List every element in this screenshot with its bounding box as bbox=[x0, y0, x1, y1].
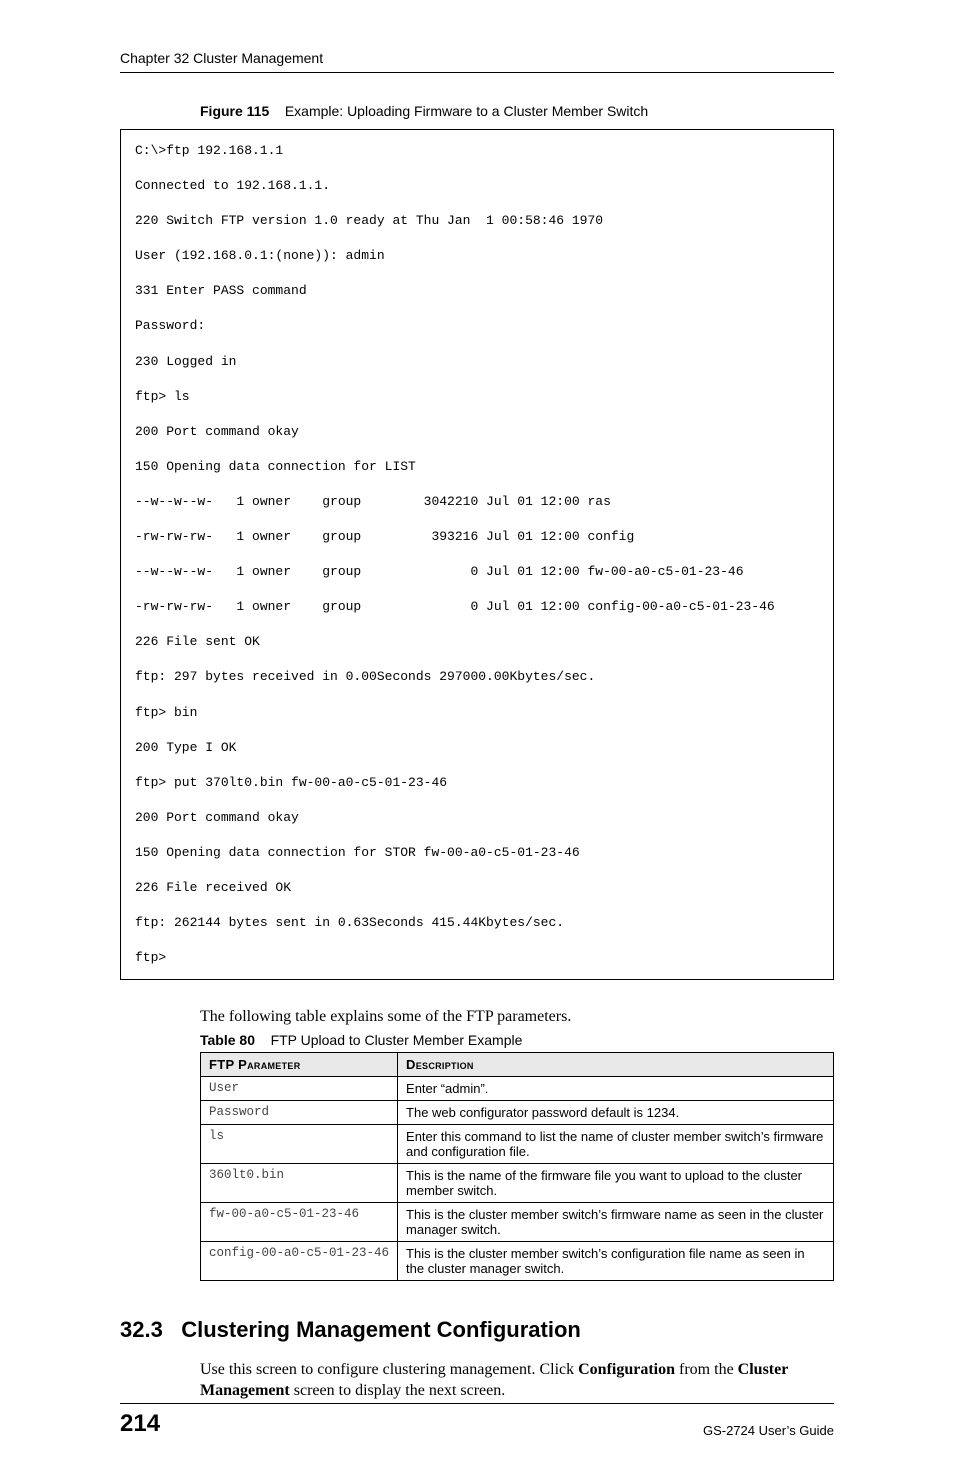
body-text: Use this screen to configure clustering … bbox=[200, 1361, 578, 1378]
section-title: Clustering Management Configuration bbox=[181, 1317, 581, 1342]
param-cell: ls bbox=[201, 1124, 398, 1163]
code-line: 200 Port command okay bbox=[135, 423, 819, 441]
table-caption: Table 80 FTP Upload to Cluster Member Ex… bbox=[200, 1032, 834, 1048]
section-number: 32.3 bbox=[120, 1317, 163, 1342]
col-header-description: Description bbox=[398, 1052, 834, 1076]
desc-cell: This is the cluster member switch’s conf… bbox=[398, 1241, 834, 1280]
page: Chapter 32 Cluster Management Figure 115… bbox=[0, 0, 954, 1478]
code-line: -rw-rw-rw- 1 owner group 393216 Jul 01 1… bbox=[135, 528, 819, 546]
code-line: ftp> bin bbox=[135, 704, 819, 722]
code-line: ftp: 297 bytes received in 0.00Seconds 2… bbox=[135, 668, 819, 686]
code-line: 150 Opening data connection for STOR fw-… bbox=[135, 844, 819, 862]
code-line: 331 Enter PASS command bbox=[135, 282, 819, 300]
code-line: ftp> put 370lt0.bin fw-00-a0-c5-01-23-46 bbox=[135, 774, 819, 792]
table-row: User Enter “admin”. bbox=[201, 1076, 834, 1100]
page-footer: 214 GS-2724 User’s Guide bbox=[120, 1403, 834, 1438]
code-line: User (192.168.0.1:(none)): admin bbox=[135, 247, 819, 265]
table-row: fw-00-a0-c5-01-23-46 This is the cluster… bbox=[201, 1202, 834, 1241]
code-line: 220 Switch FTP version 1.0 ready at Thu … bbox=[135, 212, 819, 230]
desc-cell: The web configurator password default is… bbox=[398, 1100, 834, 1124]
param-cell: Password bbox=[201, 1100, 398, 1124]
param-cell: User bbox=[201, 1076, 398, 1100]
footer-rule bbox=[120, 1403, 834, 1404]
table-row: 360lt0.bin This is the name of the firmw… bbox=[201, 1163, 834, 1202]
code-line: C:\>ftp 192.168.1.1 bbox=[135, 142, 819, 160]
desc-cell: This is the cluster member switch’s firm… bbox=[398, 1202, 834, 1241]
figure-label: Figure 115 bbox=[200, 103, 269, 119]
desc-cell: This is the name of the firmware file yo… bbox=[398, 1163, 834, 1202]
table-row: Password The web configurator password d… bbox=[201, 1100, 834, 1124]
table-intro-paragraph: The following table explains some of the… bbox=[200, 1008, 834, 1026]
section-heading: 32.3 Clustering Management Configuration bbox=[120, 1317, 834, 1343]
table-header-row: FTP Parameter Description bbox=[201, 1052, 834, 1076]
desc-cell: Enter “admin”. bbox=[398, 1076, 834, 1100]
param-cell: config-00-a0-c5-01-23-46 bbox=[201, 1241, 398, 1280]
col-header-parameter: FTP Parameter bbox=[201, 1052, 398, 1076]
guide-name: GS-2724 User’s Guide bbox=[703, 1423, 834, 1438]
code-line: --w--w--w- 1 owner group 0 Jul 01 12:00 … bbox=[135, 563, 819, 581]
table-title: FTP Upload to Cluster Member Example bbox=[271, 1032, 523, 1048]
code-line: 150 Opening data connection for LIST bbox=[135, 458, 819, 476]
code-line: -rw-rw-rw- 1 owner group 0 Jul 01 12:00 … bbox=[135, 598, 819, 616]
body-bold: Configuration bbox=[578, 1361, 675, 1378]
code-line: 200 Type I OK bbox=[135, 739, 819, 757]
table-label: Table 80 bbox=[200, 1032, 255, 1048]
code-line: --w--w--w- 1 owner group 3042210 Jul 01 … bbox=[135, 493, 819, 511]
desc-cell: Enter this command to list the name of c… bbox=[398, 1124, 834, 1163]
figure-title: Example: Uploading Firmware to a Cluster… bbox=[285, 103, 648, 119]
code-line: Connected to 192.168.1.1. bbox=[135, 177, 819, 195]
code-line: 230 Logged in bbox=[135, 353, 819, 371]
body-text: from the bbox=[675, 1361, 738, 1378]
code-line: Password: bbox=[135, 317, 819, 335]
section-body: Use this screen to configure clustering … bbox=[200, 1359, 834, 1402]
code-line: 226 File received OK bbox=[135, 879, 819, 897]
table-row: ls Enter this command to list the name o… bbox=[201, 1124, 834, 1163]
code-line: ftp> bbox=[135, 949, 819, 967]
table-row: config-00-a0-c5-01-23-46 This is the clu… bbox=[201, 1241, 834, 1280]
code-block: C:\>ftp 192.168.1.1 Connected to 192.168… bbox=[120, 129, 834, 980]
body-text: screen to display the next screen. bbox=[290, 1382, 505, 1399]
page-number: 214 bbox=[120, 1410, 160, 1438]
param-cell: fw-00-a0-c5-01-23-46 bbox=[201, 1202, 398, 1241]
code-line: ftp: 262144 bytes sent in 0.63Seconds 41… bbox=[135, 914, 819, 932]
param-cell: 360lt0.bin bbox=[201, 1163, 398, 1202]
running-header: Chapter 32 Cluster Management bbox=[120, 50, 834, 72]
code-line: 226 File sent OK bbox=[135, 633, 819, 651]
code-line: ftp> ls bbox=[135, 388, 819, 406]
ftp-parameter-table: FTP Parameter Description User Enter “ad… bbox=[200, 1052, 834, 1281]
header-rule bbox=[120, 72, 834, 73]
code-line: 200 Port command okay bbox=[135, 809, 819, 827]
figure-caption: Figure 115 Example: Uploading Firmware t… bbox=[200, 103, 834, 119]
